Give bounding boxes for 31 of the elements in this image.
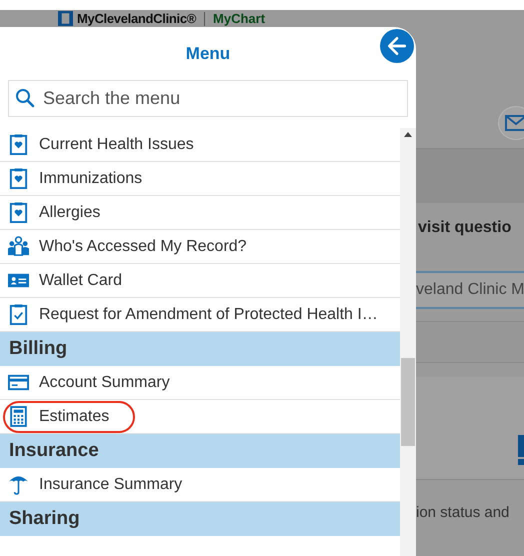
- menu-item[interactable]: Wallet Card: [0, 264, 400, 298]
- scroll-thumb[interactable]: [401, 358, 415, 446]
- mail-button[interactable]: [498, 106, 524, 140]
- clipboard-check-icon: [8, 304, 29, 325]
- menu-title: Menu: [186, 44, 230, 65]
- people-icon: [8, 236, 29, 257]
- logo-text: MyClevelandClinic®: [77, 11, 196, 26]
- search-icon: [15, 88, 35, 108]
- section-header: Insurance: [0, 434, 400, 468]
- corner-icon: [518, 435, 524, 465]
- logo-icon: [58, 11, 73, 26]
- menu-item[interactable]: Current Health Issues: [0, 128, 400, 162]
- mail-icon: [505, 115, 524, 131]
- location-field[interactable]: veland Clinic M: [416, 271, 524, 309]
- credit-card-icon: [8, 372, 29, 393]
- product-name: MyChart: [213, 11, 266, 26]
- search-field[interactable]: Search the menu: [8, 80, 408, 117]
- menu-item[interactable]: Allergies: [0, 196, 400, 230]
- scrollbar[interactable]: [400, 128, 416, 556]
- section-heading: visit questio: [417, 219, 512, 237]
- section-header: Sharing: [0, 502, 400, 536]
- section-header: Billing: [0, 332, 400, 366]
- calculator-icon: [8, 406, 29, 427]
- scroll-up-icon: [404, 132, 412, 137]
- menu-item[interactable]: Account Summary: [0, 366, 400, 400]
- back-arrow-icon: [386, 35, 408, 57]
- umbrella-icon: [8, 474, 29, 495]
- menu-item[interactable]: Immunizations: [0, 162, 400, 196]
- page-text: ion status and: [416, 504, 510, 521]
- back-button[interactable]: [380, 29, 414, 63]
- menu-item[interactable]: Who's Accessed My Record?: [0, 230, 400, 264]
